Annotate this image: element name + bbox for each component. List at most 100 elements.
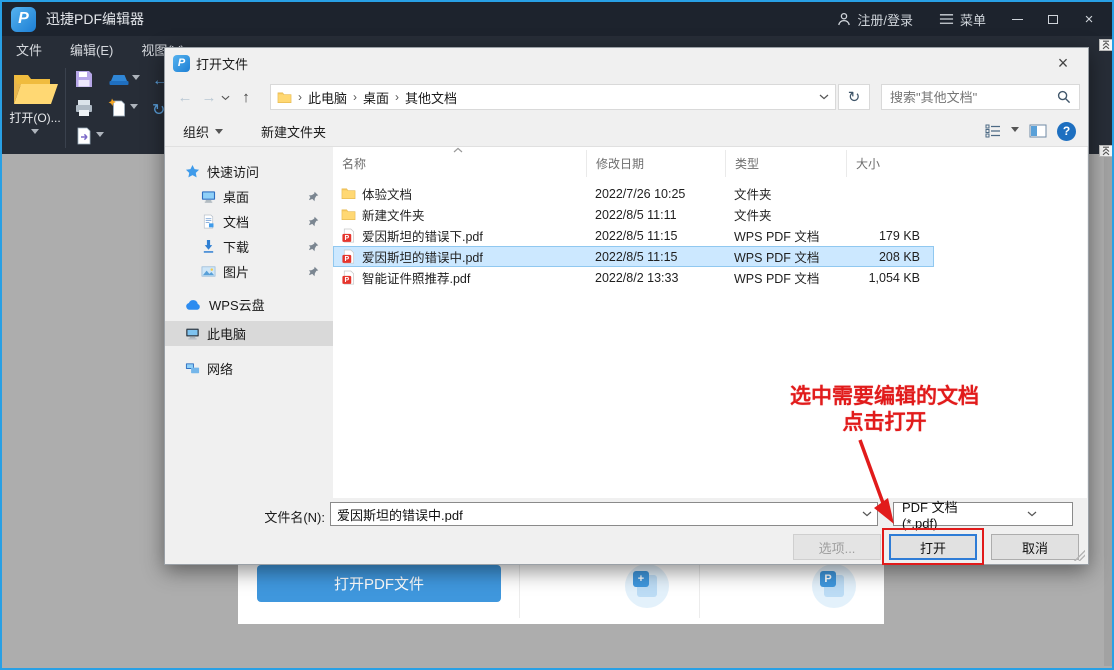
new-document-button[interactable] xyxy=(108,98,138,118)
new-folder-label: 新建文件夹 xyxy=(261,122,326,141)
file-row[interactable]: 新建文件夹 2022/8/5 11:11 文件夹 xyxy=(333,204,934,225)
sidebar-item-downloads[interactable]: 下载 xyxy=(165,234,333,259)
pin-icon xyxy=(308,191,319,202)
save-button[interactable] xyxy=(74,69,94,89)
menu-button[interactable]: 菜单 xyxy=(929,2,996,36)
export-button[interactable] xyxy=(74,126,104,146)
filename-input[interactable] xyxy=(331,507,857,522)
column-header-size[interactable]: 大小 xyxy=(846,150,934,177)
sidebar-item-this-pc[interactable]: 此电脑 xyxy=(165,321,333,346)
document-icon xyxy=(201,214,216,229)
organize-label: 组织 xyxy=(183,122,209,141)
download-icon xyxy=(201,239,216,254)
pin-icon xyxy=(308,241,319,252)
picture-icon xyxy=(201,264,216,279)
chevron-down-icon[interactable] xyxy=(1011,127,1019,136)
open-button[interactable]: 打开 xyxy=(889,534,977,560)
file-row[interactable]: 体验文档 2022/7/26 10:25 文件夹 xyxy=(333,183,934,204)
column-header-date[interactable]: 修改日期 xyxy=(586,150,725,177)
breadcrumb-desktop[interactable]: 桌面 xyxy=(363,88,389,107)
breadcrumb-sep: › xyxy=(353,90,357,104)
pdf-icon xyxy=(341,228,356,243)
search-box[interactable] xyxy=(881,84,1080,110)
new-folder-button[interactable]: 新建文件夹 xyxy=(257,122,330,141)
app-window: P 迅捷PDF编辑器 注册/登录 菜单 × 文件 编辑(E) 视图(V) 打开(… xyxy=(0,0,1114,670)
open-file-dialog: P 打开文件 × ← → ↑ › 此电脑 › 桌面 › 其他文档 ↻ xyxy=(164,47,1089,565)
file-type: 文件夹 xyxy=(725,184,846,203)
collapse-panel-icon[interactable] xyxy=(1099,145,1113,157)
refresh-button[interactable]: ↻ xyxy=(838,84,870,110)
menu-file[interactable]: 文件 xyxy=(2,36,56,62)
annotation-line1: 选中需要编辑的文档 xyxy=(742,384,1027,410)
search-icon xyxy=(1057,90,1071,104)
up-button[interactable]: ↑ xyxy=(234,89,258,106)
annotation-arrow xyxy=(852,436,908,530)
sidebar-item-pictures[interactable]: 图片 xyxy=(165,259,333,284)
desktop-icon xyxy=(201,189,216,204)
new-pdf-icon: + xyxy=(637,575,657,597)
history-chevron-icon[interactable] xyxy=(221,95,230,101)
print-button[interactable] xyxy=(74,98,94,118)
sort-ascending-icon xyxy=(453,147,463,153)
back-button[interactable]: ← xyxy=(173,89,197,106)
login-button[interactable]: 注册/登录 xyxy=(827,2,923,36)
resize-grip[interactable] xyxy=(1074,550,1085,561)
sidebar-item-quick-access[interactable]: 快速访问 xyxy=(165,159,333,184)
maximize-button[interactable] xyxy=(1038,2,1068,36)
view-mode-button[interactable] xyxy=(985,124,1001,138)
file-name: 体验文档 xyxy=(362,184,412,203)
minimize-button[interactable] xyxy=(1002,2,1032,36)
search-input[interactable] xyxy=(890,90,1057,105)
collapse-panel-icon[interactable] xyxy=(1099,39,1113,51)
open-file-button[interactable]: 打开(O)... xyxy=(8,67,62,141)
forward-button[interactable]: → xyxy=(197,89,221,106)
sidebar-item-label: 此电脑 xyxy=(207,324,246,343)
column-header-name[interactable]: 名称 xyxy=(333,150,586,177)
file-date: 2022/8/2 13:33 xyxy=(586,271,725,285)
pdf-convert-icon: P xyxy=(824,575,844,597)
chevron-down-icon xyxy=(132,75,140,84)
file-row[interactable]: 智能证件照推荐.pdf 2022/8/2 13:33 WPS PDF 文档 1,… xyxy=(333,267,934,288)
file-row-selected[interactable]: 爱因斯坦的错误中.pdf 2022/8/5 11:15 WPS PDF 文档 2… xyxy=(333,246,934,267)
cloud-icon xyxy=(185,299,202,311)
breadcrumb-other-docs[interactable]: 其他文档 xyxy=(405,88,457,107)
scan-button[interactable] xyxy=(108,71,140,87)
open-file-label: 打开(O)... xyxy=(8,109,62,126)
address-bar[interactable]: › 此电脑 › 桌面 › 其他文档 xyxy=(270,84,836,110)
close-button[interactable]: × xyxy=(1074,2,1104,36)
file-row[interactable]: 爱因斯坦的错误下.pdf 2022/8/5 11:15 WPS PDF 文档 1… xyxy=(333,225,934,246)
column-header-type[interactable]: 类型 xyxy=(725,150,846,177)
help-button[interactable]: ? xyxy=(1057,122,1076,141)
organize-button[interactable]: 组织 xyxy=(179,122,227,141)
address-chevron-icon[interactable] xyxy=(819,94,829,100)
sidebar-item-documents[interactable]: 文档 xyxy=(165,209,333,234)
file-type: WPS PDF 文档 xyxy=(725,226,846,245)
breadcrumb-sep: › xyxy=(395,90,399,104)
dialog-close-button[interactable]: × xyxy=(1048,50,1078,76)
dialog-title: 打开文件 xyxy=(196,54,248,73)
sidebar-item-label: 网络 xyxy=(207,359,233,378)
filetype-select[interactable]: PDF 文档 (*.pdf) xyxy=(893,502,1073,526)
sidebar-item-wps-cloud[interactable]: WPS云盘 xyxy=(165,292,333,317)
sidebar-item-label: 快速访问 xyxy=(207,162,259,181)
preview-pane-button[interactable] xyxy=(1029,124,1047,138)
sidebar-item-network[interactable]: 网络 xyxy=(165,356,333,381)
file-size: 208 KB xyxy=(846,250,934,264)
file-name: 爱因斯坦的错误中.pdf xyxy=(362,247,483,266)
folder-icon xyxy=(277,90,292,105)
file-size: 1,054 KB xyxy=(846,271,934,285)
open-pdf-file-button[interactable]: 打开PDF文件 xyxy=(257,565,501,602)
menu-edit[interactable]: 编辑(E) xyxy=(56,36,127,62)
pdf-convert-action[interactable]: P xyxy=(812,564,856,608)
new-pdf-action[interactable]: + xyxy=(625,564,669,608)
person-icon xyxy=(837,12,851,26)
sidebar-item-label: 下载 xyxy=(223,237,249,256)
sidebar-item-desktop[interactable]: 桌面 xyxy=(165,184,333,209)
sidebar-item-label: 图片 xyxy=(223,262,249,281)
breadcrumb-this-pc[interactable]: 此电脑 xyxy=(308,88,347,107)
cancel-button[interactable]: 取消 xyxy=(991,534,1079,560)
breadcrumb-sep: › xyxy=(298,90,302,104)
file-date: 2022/7/26 10:25 xyxy=(586,187,725,201)
chevron-down-icon xyxy=(130,104,138,113)
maximize-icon xyxy=(1048,15,1058,24)
